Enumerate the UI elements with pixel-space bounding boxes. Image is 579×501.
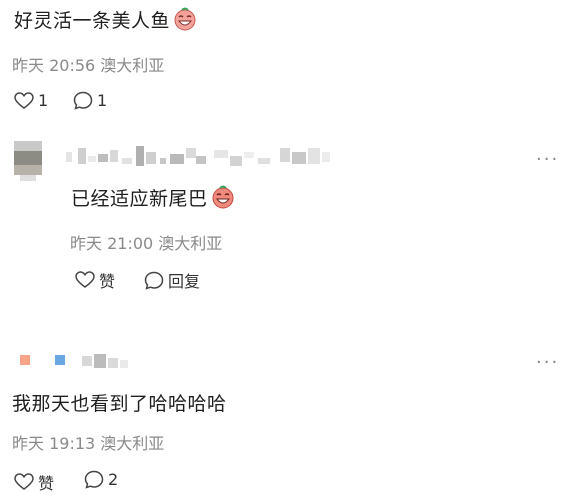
reply-count: 1 [97,91,108,110]
more-options-button[interactable]: ··· [536,149,559,170]
like-count: 1 [38,91,49,110]
pixelated-username [20,354,128,368]
comment-text: 好灵活一条美人鱼 [14,6,197,33]
comment-bubble-icon [73,91,93,110]
reply-button[interactable]: 回复 [144,268,200,292]
pixelated-username [66,146,330,166]
reply-text: 已经适应新尾巴 [71,184,235,211]
reply-button[interactable]: 1 [73,91,107,110]
laughing-face-icon [212,185,234,209]
avatar[interactable] [14,141,42,181]
heart-icon [14,473,34,490]
comment-text: 我那天也看到了哈哈哈哈 [12,393,227,415]
heart-icon [75,271,95,288]
like-button[interactable]: 赞 [75,268,115,292]
like-button[interactable]: 1 [14,91,48,110]
heart-icon [14,91,34,109]
username-redacted[interactable] [20,352,130,370]
laughing-face-icon [174,7,196,31]
comment-bubble-icon [144,271,164,290]
reply-count: 2 [108,470,119,489]
reply-button[interactable]: 2 [84,470,118,489]
reply-body: 已经适应新尾巴 [71,188,208,210]
like-label: 赞 [99,272,116,291]
reply-meta: 昨天 21:00 澳大利亚 [70,234,223,253]
more-options-button[interactable]: ··· [536,352,559,373]
like-button[interactable]: 赞 [14,470,54,494]
comment-meta: 昨天 20:56 澳大利亚 [12,56,165,75]
comment-bubble-icon [84,470,104,489]
username-redacted[interactable] [66,144,336,168]
comment-body: 好灵活一条美人鱼 [14,10,171,32]
like-label: 赞 [38,474,55,493]
reply-label: 回复 [168,272,201,291]
comment-meta: 昨天 19:13 澳大利亚 [12,434,165,453]
